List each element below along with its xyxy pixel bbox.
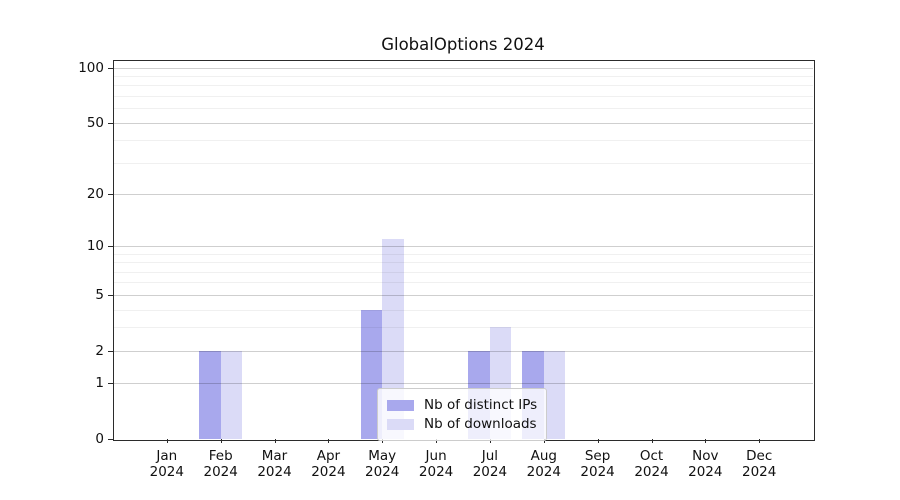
x-tick-label: Aug2024 — [515, 448, 573, 480]
y-major-gridline — [113, 295, 813, 296]
legend-entry-distinct-ips: Nb of distinct IPs — [387, 397, 537, 413]
x-tick-month: May — [353, 448, 411, 464]
x-tick-mark — [598, 439, 599, 443]
x-tick-month: Jan — [138, 448, 196, 464]
y-major-gridline — [113, 246, 813, 247]
y-tick-label: 20 — [40, 185, 104, 203]
y-minor-gridline — [113, 76, 813, 77]
x-tick-year: 2024 — [676, 464, 734, 480]
x-tick-mark — [275, 439, 276, 443]
x-tick-label: Jun2024 — [407, 448, 465, 480]
chart-title: GlobalOptions 2024 — [113, 35, 813, 54]
y-tick-label: 100 — [40, 59, 104, 77]
x-tick-label: Oct2024 — [623, 448, 681, 480]
x-tick-label: Dec2024 — [730, 448, 788, 480]
y-tick-label: 1 — [40, 374, 104, 392]
x-tick-month: Jul — [461, 448, 519, 464]
y-tick-label: 50 — [40, 114, 104, 132]
x-tick-mark — [652, 439, 653, 443]
x-tick-month: Oct — [623, 448, 681, 464]
x-tick-label: Apr2024 — [299, 448, 357, 480]
x-tick-year: 2024 — [730, 464, 788, 480]
y-tick-mark — [108, 194, 113, 195]
y-tick-mark — [108, 439, 113, 440]
x-tick-mark — [759, 439, 760, 443]
x-tick-label: Sep2024 — [569, 448, 627, 480]
x-tick-label: Jul2024 — [461, 448, 519, 480]
y-minor-gridline — [113, 85, 813, 86]
x-tick-year: 2024 — [623, 464, 681, 480]
bar-downloads — [544, 351, 566, 439]
x-tick-label: Nov2024 — [676, 448, 734, 480]
x-tick-label: Feb2024 — [192, 448, 250, 480]
legend-label-distinct-ips: Nb of distinct IPs — [424, 397, 537, 413]
y-minor-gridline — [113, 140, 813, 141]
y-minor-gridline — [113, 163, 813, 164]
y-major-gridline — [113, 194, 813, 195]
y-tick-mark — [108, 123, 113, 124]
y-minor-gridline — [113, 327, 813, 328]
y-major-gridline — [113, 68, 813, 69]
x-tick-month: Sep — [569, 448, 627, 464]
x-tick-month: Jun — [407, 448, 465, 464]
x-tick-mark — [705, 439, 706, 443]
x-tick-mark — [328, 439, 329, 443]
bar-distinct-ips — [199, 351, 221, 439]
x-tick-month: Mar — [246, 448, 304, 464]
x-tick-month: Nov — [676, 448, 734, 464]
legend-swatch-downloads — [387, 419, 414, 430]
y-major-gridline — [113, 383, 813, 384]
y-tick-label: 0 — [40, 430, 104, 448]
y-tick-label: 2 — [40, 342, 104, 360]
y-minor-gridline — [113, 108, 813, 109]
y-minor-gridline — [113, 254, 813, 255]
y-tick-mark — [108, 68, 113, 69]
x-tick-year: 2024 — [192, 464, 250, 480]
legend-swatch-distinct-ips — [387, 400, 414, 411]
legend: Nb of distinct IPs Nb of downloads — [377, 388, 547, 441]
y-minor-gridline — [113, 282, 813, 283]
chart-canvas: GlobalOptions 2024 0125102050100Jan2024F… — [0, 0, 900, 500]
y-tick-mark — [108, 246, 113, 247]
x-tick-month: Apr — [299, 448, 357, 464]
x-tick-label: Mar2024 — [246, 448, 304, 480]
x-tick-month: Dec — [730, 448, 788, 464]
x-tick-year: 2024 — [246, 464, 304, 480]
legend-label-downloads: Nb of downloads — [424, 416, 537, 432]
x-tick-year: 2024 — [407, 464, 465, 480]
y-minor-gridline — [113, 262, 813, 263]
x-tick-month: Feb — [192, 448, 250, 464]
x-tick-month: Aug — [515, 448, 573, 464]
y-tick-label: 10 — [40, 237, 104, 255]
y-minor-gridline — [113, 272, 813, 273]
bar-downloads — [221, 351, 243, 439]
x-tick-year: 2024 — [515, 464, 573, 480]
y-major-gridline — [113, 351, 813, 352]
x-tick-label: Jan2024 — [138, 448, 196, 480]
y-minor-gridline — [113, 310, 813, 311]
y-tick-mark — [108, 351, 113, 352]
x-tick-year: 2024 — [353, 464, 411, 480]
y-minor-gridline — [113, 96, 813, 97]
y-major-gridline — [113, 123, 813, 124]
x-tick-year: 2024 — [299, 464, 357, 480]
x-tick-year: 2024 — [138, 464, 196, 480]
x-tick-mark — [221, 439, 222, 443]
x-tick-year: 2024 — [461, 464, 519, 480]
y-tick-mark — [108, 383, 113, 384]
y-tick-mark — [108, 295, 113, 296]
x-tick-label: May2024 — [353, 448, 411, 480]
x-tick-year: 2024 — [569, 464, 627, 480]
y-tick-label: 5 — [40, 286, 104, 304]
x-tick-mark — [167, 439, 168, 443]
legend-entry-downloads: Nb of downloads — [387, 416, 537, 432]
